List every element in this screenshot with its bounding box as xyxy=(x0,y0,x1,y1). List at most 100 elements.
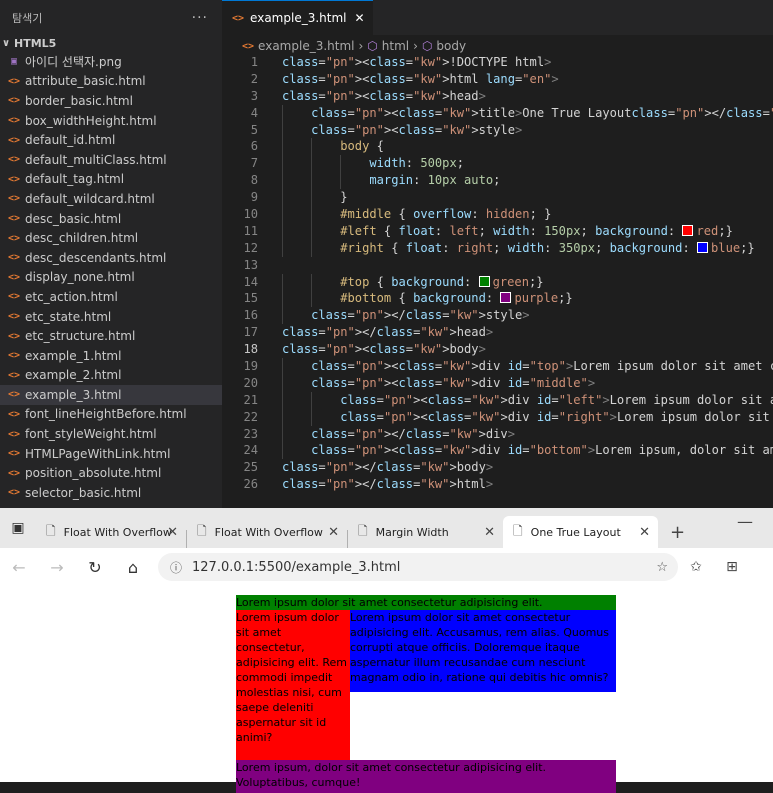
forward-icon[interactable]: → xyxy=(38,558,76,577)
file-item[interactable]: <> example_3.html xyxy=(0,385,222,405)
minimize-icon[interactable]: — xyxy=(737,512,753,531)
code-line[interactable]: 5 class="pn"><class="kw">style> xyxy=(222,121,773,139)
file-item[interactable]: <> display_none.html xyxy=(0,268,222,288)
code-line[interactable]: 20 class="pn"><class="kw">div id="middle… xyxy=(222,374,773,392)
file-item[interactable]: <> etc_action.html xyxy=(0,287,222,307)
back-icon[interactable]: ← xyxy=(0,558,38,577)
file-name: font_styleWeight.html xyxy=(25,427,157,442)
breadcrumb-body[interactable]: body xyxy=(436,39,466,53)
code-line[interactable]: 22 class="pn"><class="kw">div id="right"… xyxy=(222,408,773,426)
code-editor[interactable]: 1 class="pn"><class="kw">!DOCTYPE html> 2 c… xyxy=(222,54,773,493)
code-line[interactable]: 1 class="pn"><class="kw">!DOCTYPE html> xyxy=(222,54,773,71)
file-name: etc_structure.html xyxy=(25,329,136,344)
file-name: 아이디 선택자.png xyxy=(25,55,122,70)
file-item[interactable]: ▣ 아이디 선택자.png xyxy=(0,52,222,72)
close-icon[interactable]: ✕ xyxy=(328,525,339,540)
file-item[interactable]: <> example_1.html xyxy=(0,346,222,366)
breadcrumb-file[interactable]: example_3.html xyxy=(258,39,354,53)
code-line[interactable]: 13 xyxy=(222,257,773,274)
browser-tab-4[interactable]: 🗋 One True Layout ✕ xyxy=(503,516,658,548)
file-item[interactable]: <> default_wildcard.html xyxy=(0,189,222,209)
file-name: default_wildcard.html xyxy=(25,191,155,206)
file-item[interactable]: <> desc_basic.html xyxy=(0,209,222,229)
code-line[interactable]: 25 class="pn"></class="kw">body> xyxy=(222,459,773,476)
file-item[interactable]: <> attribute_basic.html xyxy=(0,72,222,92)
code-line[interactable]: 7 width: 500px; xyxy=(222,155,773,173)
browser-tab-title: Float With Overflow xyxy=(63,525,172,539)
code-line[interactable]: 4 class="pn"><class="kw">title>One True … xyxy=(222,104,773,122)
code-line[interactable]: 26 class="pn"></class="kw">html> xyxy=(222,476,773,493)
code-line[interactable]: 8 margin: 10px auto; xyxy=(222,172,773,190)
file-item[interactable]: <> etc_structure.html xyxy=(0,326,222,346)
code-line[interactable]: 9 } xyxy=(222,189,773,207)
file-item[interactable]: <> desc_descendants.html xyxy=(0,248,222,268)
code-line[interactable]: 2 class="pn"><class="kw">html lang="en"> xyxy=(222,71,773,88)
code-line[interactable]: 6 body { xyxy=(222,138,773,156)
code-line[interactable]: 11 #left { float: left; width: 150px; ba… xyxy=(222,222,773,240)
file-item[interactable]: <> font_styleWeight.html xyxy=(0,424,222,444)
code-text: class="pn"></class="kw">html> xyxy=(282,477,494,492)
editor-tab-example-3[interactable]: <> example_3.html ✕ xyxy=(222,0,373,35)
add-favorite-icon[interactable]: ☆ xyxy=(656,560,668,575)
file-item[interactable]: <> example_2.html xyxy=(0,366,222,386)
more-actions-icon[interactable]: ··· xyxy=(192,10,208,26)
code-line[interactable]: 18 class="pn"><class="kw">body> xyxy=(222,341,773,358)
editor-area: <> example_3.html ✕ <> example_3.html › … xyxy=(222,0,773,508)
code-line[interactable]: 12 #right { float: right; width: 350px; … xyxy=(222,239,773,257)
indent-guide xyxy=(311,222,313,240)
code-text: body { xyxy=(282,138,773,156)
explorer-sidebar: 탐색기 ··· ∨ HTML5 ▣ 아이디 선택자.png <> attribute_… xyxy=(0,0,222,508)
close-icon[interactable]: ✕ xyxy=(167,525,178,540)
file-item[interactable]: <> position_absolute.html xyxy=(0,463,222,483)
indent-guide xyxy=(282,189,283,207)
address-bar[interactable]: ⓘ 127.0.0.1:5500/example_3.html ☆ xyxy=(158,553,678,581)
code-line[interactable]: 17 class="pn"></class="kw">head> xyxy=(222,324,773,341)
close-icon[interactable]: ✕ xyxy=(484,525,495,540)
new-tab-icon[interactable]: + xyxy=(658,516,697,548)
collections-icon[interactable]: ⊞ xyxy=(714,559,750,575)
code-line[interactable]: 24 class="pn"><class="kw">div id="bottom… xyxy=(222,442,773,460)
info-icon[interactable]: ⓘ xyxy=(170,559,182,576)
file-item[interactable]: <> default_multiClass.html xyxy=(0,150,222,170)
code-line[interactable]: 15 #bottom { background: purple;} xyxy=(222,290,773,308)
folder-html5[interactable]: ∨ HTML5 xyxy=(0,34,222,52)
code-line[interactable]: 14 #top { background: green;} xyxy=(222,273,773,291)
code-line[interactable]: 10 #middle { overflow: hidden; } xyxy=(222,206,773,223)
div-top: Lorem ipsum dolor sit amet consectetur a… xyxy=(236,595,616,610)
file-item[interactable]: <> default_tag.html xyxy=(0,170,222,190)
file-item[interactable]: <> selector_basic.html xyxy=(0,483,222,503)
file-item[interactable]: <> font_lineHeightBefore.html xyxy=(0,405,222,425)
explorer-header: 탐색기 ··· xyxy=(0,0,222,36)
home-icon[interactable]: ⌂ xyxy=(114,558,152,577)
file-item[interactable]: <> etc_state.html xyxy=(0,307,222,327)
file-item[interactable]: <> border_basic.html xyxy=(0,91,222,111)
tab-actions-icon[interactable]: ▣ xyxy=(0,508,36,548)
line-number: 15 xyxy=(243,291,258,306)
close-icon[interactable]: ✕ xyxy=(639,525,650,540)
html-file-icon: <> xyxy=(8,428,21,440)
line-number: 7 xyxy=(250,156,258,171)
file-item[interactable]: <> desc_children.html xyxy=(0,228,222,248)
code-line[interactable]: 16 class="pn"></class="kw">style> xyxy=(222,307,773,325)
file-name: desc_children.html xyxy=(25,231,139,246)
browser-tab-2[interactable]: 🗋 Float With Overflow ✕ xyxy=(187,516,347,548)
breadcrumb-html[interactable]: html xyxy=(382,39,409,53)
close-tab-icon[interactable]: ✕ xyxy=(354,11,364,25)
code-line[interactable]: 19 class="pn"><class="kw">div id="top">L… xyxy=(222,358,773,375)
code-line[interactable]: 23 class="pn"></class="kw">div> xyxy=(222,425,773,443)
file-item[interactable]: <> box_widthHeight.html xyxy=(0,111,222,131)
file-name: font_lineHeightBefore.html xyxy=(25,407,187,422)
address-bar-row: ← → ↻ ⌂ ⓘ 127.0.0.1:5500/example_3.html … xyxy=(0,548,773,587)
code-line[interactable]: 21 class="pn"><class="kw">div id="left">… xyxy=(222,391,773,409)
line-number: 4 xyxy=(250,105,258,120)
browser-tab-1[interactable]: 🗋 Float With Overflow ✕ xyxy=(36,516,186,548)
file-item[interactable]: <> HTMLPageWithLink.html xyxy=(0,444,222,464)
indent-guide xyxy=(282,155,283,173)
favorites-icon[interactable]: ✩ xyxy=(678,559,714,575)
chevron-right-icon: › xyxy=(358,39,364,53)
code-line[interactable]: 3 class="pn"><class="kw">head> xyxy=(222,88,773,105)
file-item[interactable]: <> default_id.html xyxy=(0,130,222,150)
browser-tab-3[interactable]: 🗋 Margin Width ✕ xyxy=(348,516,503,548)
refresh-icon[interactable]: ↻ xyxy=(76,558,114,577)
